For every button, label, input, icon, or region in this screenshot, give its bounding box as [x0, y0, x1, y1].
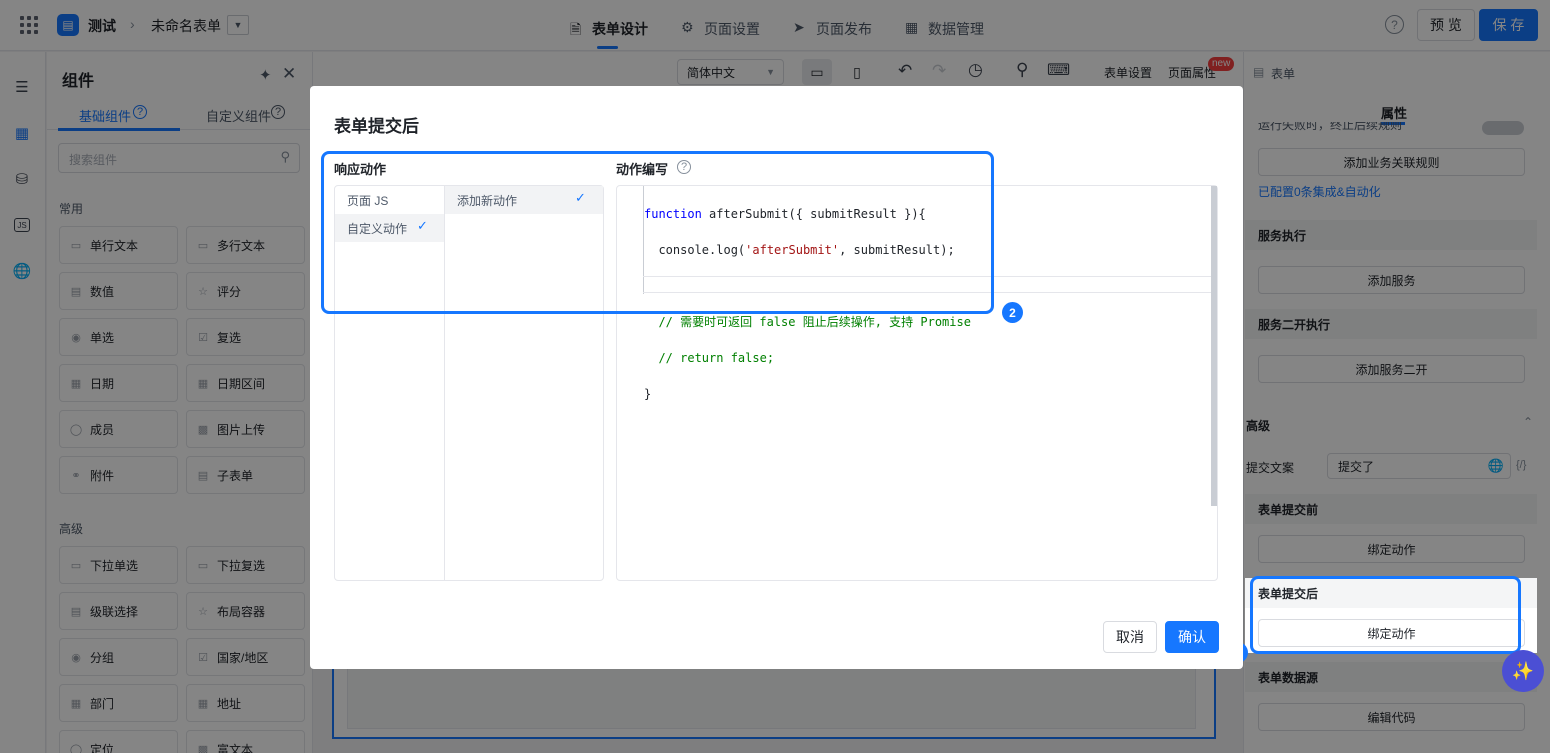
editor-scrollbar[interactable] [1211, 186, 1217, 506]
code-comment-2: // return false; [644, 351, 775, 365]
highlight-box-2 [321, 151, 994, 314]
step-badge-2: 2 [1002, 302, 1023, 323]
confirm-button[interactable]: 确认 [1165, 621, 1219, 653]
code-closing-brace: } [644, 387, 652, 401]
cancel-button[interactable]: 取消 [1103, 621, 1157, 653]
ai-assistant-icon[interactable]: ✨ [1502, 650, 1544, 692]
highlight-box-1 [1250, 576, 1521, 654]
modal-title: 表单提交后 [334, 117, 419, 136]
code-comment-1: // 需要时可返回 false 阻止后续操作, 支持 Promise [644, 315, 971, 329]
